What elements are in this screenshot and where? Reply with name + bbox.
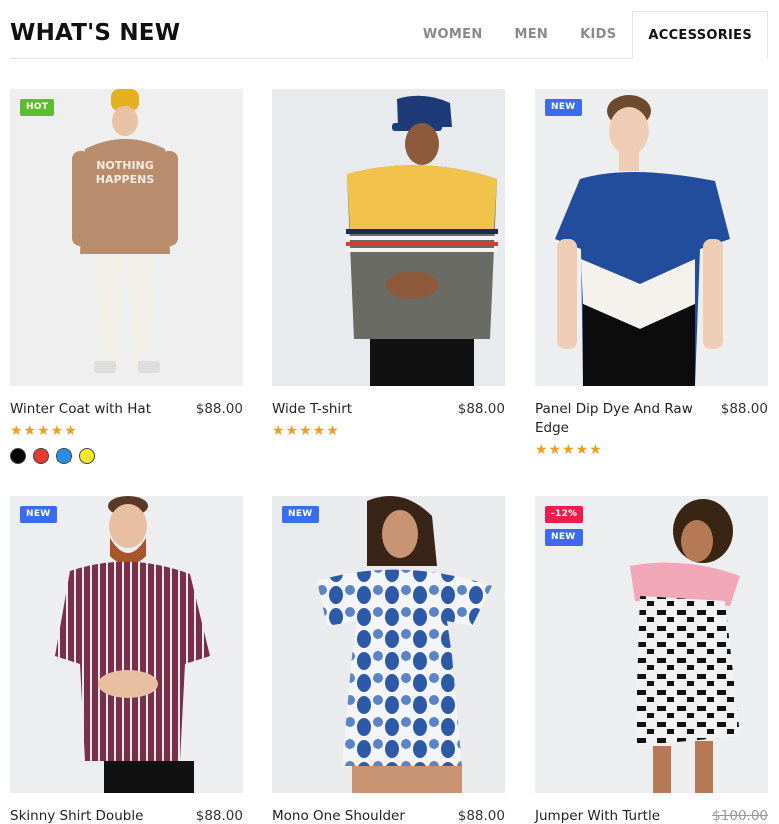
product-info: Skinny Shirt Double $88.00 (10, 793, 243, 824)
product-price: $88.00 (195, 401, 243, 417)
new-badge: NEW (20, 506, 57, 523)
badge-group: HOT (20, 99, 55, 116)
new-badge: NEW (545, 529, 584, 546)
swatch-blue[interactable] (56, 448, 72, 464)
star-rating: ★★★★★ (272, 423, 340, 439)
product-name[interactable]: Jumper With Turtle (535, 807, 700, 824)
badge-group: -12% NEW (545, 506, 584, 546)
product-card[interactable]: NEW Skinny Shirt Double $88.00 (10, 496, 243, 824)
new-badge: NEW (545, 99, 582, 116)
star-rating: ★★★★★ (10, 423, 78, 439)
product-name[interactable]: Panel Dip Dye And Raw Edge (535, 400, 700, 438)
model-photo (535, 89, 768, 386)
model-photo (272, 89, 505, 386)
badge-group: NEW (20, 506, 57, 523)
product-image[interactable]: NEW (10, 496, 243, 793)
product-image[interactable]: NEW (272, 496, 505, 793)
category-tabs: WOMEN MEN KIDS ACCESSORIES (407, 11, 768, 59)
color-swatches (10, 448, 243, 464)
product-card[interactable]: NEW Panel Dip Dye And Raw Edge $88.00 ★★… (535, 89, 768, 458)
product-image[interactable] (272, 89, 505, 386)
tab-kids[interactable]: KIDS (564, 11, 632, 59)
product-name[interactable]: Skinny Shirt Double (10, 807, 175, 824)
product-info: Panel Dip Dye And Raw Edge $88.00 ★★★★★ (535, 386, 768, 458)
tab-men[interactable]: MEN (499, 11, 565, 59)
product-name[interactable]: Winter Coat with Hat (10, 400, 175, 419)
hot-badge: HOT (20, 99, 55, 116)
product-image[interactable]: NEW (535, 89, 768, 386)
product-info: Winter Coat with Hat $88.00 ★★★★★ (10, 386, 243, 464)
badge-group: NEW (282, 506, 319, 523)
product-price: $88.00 (457, 808, 505, 824)
section-title: WHAT'S NEW (10, 20, 181, 46)
tab-women[interactable]: WOMEN (407, 11, 499, 59)
svg-text:NOTHING: NOTHING (96, 159, 154, 172)
product-info: Mono One Shoulder $88.00 (272, 793, 505, 824)
product-info: Wide T-shirt $88.00 ★★★★★ (272, 386, 505, 439)
swatch-red[interactable] (33, 448, 49, 464)
badge-group: NEW (545, 99, 582, 116)
model-photo (272, 496, 505, 793)
product-price-original: $100.00 (712, 808, 768, 824)
star-rating: ★★★★★ (535, 442, 603, 458)
product-card[interactable]: NEW Mono One Shoulder $88.00 (272, 496, 505, 824)
product-card[interactable]: HOT NOTHING HAPPENS Winter Coat with Hat… (10, 89, 243, 464)
product-price: $88.00 (720, 401, 768, 417)
section-header: WHAT'S NEW WOMEN MEN KIDS ACCESSORIES (10, 0, 768, 59)
product-price: $88.00 (457, 401, 505, 417)
product-image[interactable]: HOT NOTHING HAPPENS (10, 89, 243, 386)
model-photo (10, 496, 243, 793)
product-info: Jumper With Turtle $100.00 (535, 793, 768, 824)
product-price: $88.00 (195, 808, 243, 824)
discount-badge: -12% (545, 506, 584, 523)
swatch-black[interactable] (10, 448, 26, 464)
product-image[interactable]: -12% NEW (535, 496, 768, 793)
tab-accessories[interactable]: ACCESSORIES (632, 11, 768, 59)
new-badge: NEW (282, 506, 319, 523)
swatch-yellow[interactable] (79, 448, 95, 464)
product-name[interactable]: Wide T-shirt (272, 400, 437, 419)
model-photo: NOTHING HAPPENS (10, 89, 243, 386)
product-name[interactable]: Mono One Shoulder (272, 807, 437, 824)
product-card[interactable]: Wide T-shirt $88.00 ★★★★★ (272, 89, 505, 439)
product-card[interactable]: -12% NEW Jumper With Turtle $100.00 (535, 496, 768, 824)
svg-text:HAPPENS: HAPPENS (96, 173, 155, 186)
